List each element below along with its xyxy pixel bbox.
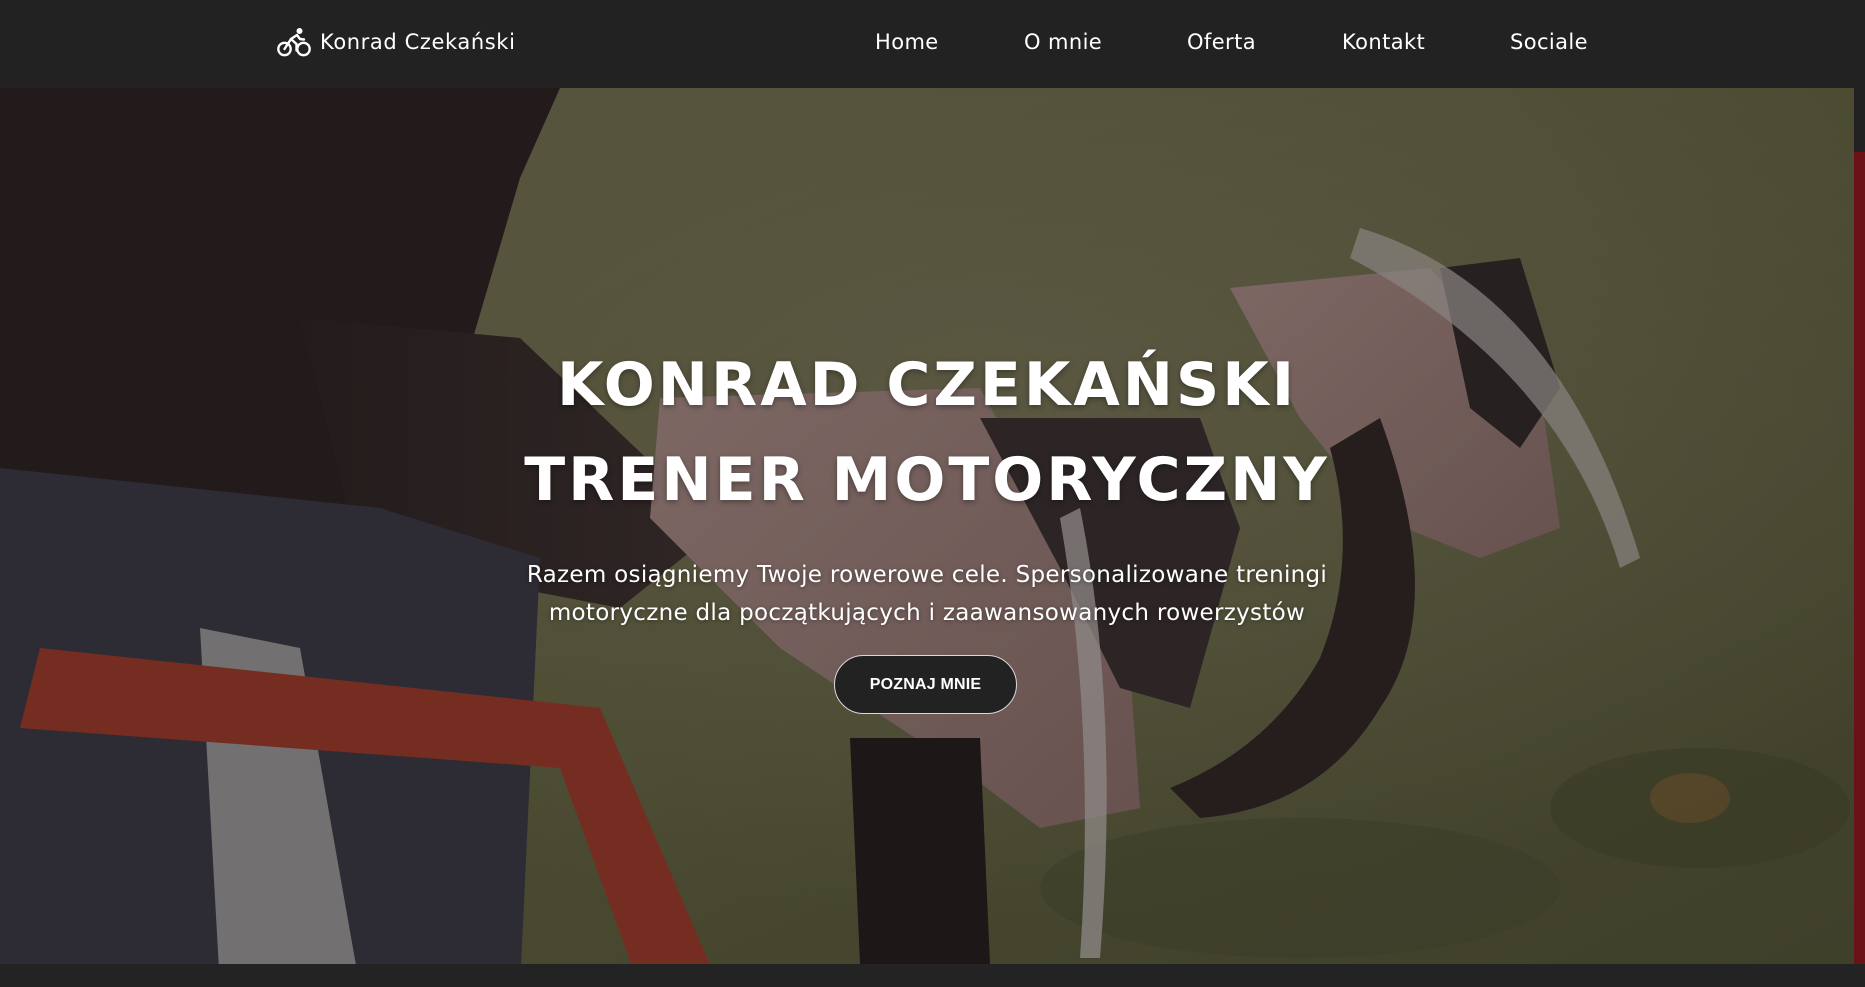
nav-link-home[interactable]: Home (875, 27, 939, 57)
right-edge-accent (1854, 152, 1865, 964)
hero-title-line2: TRENER MOTORYCZNY (524, 445, 1330, 515)
top-navbar: Konrad Czekański Home O mnie Oferta Kont… (0, 0, 1865, 88)
nav-link-o-mnie[interactable]: O mnie (1024, 27, 1102, 57)
nav-link-oferta[interactable]: Oferta (1187, 27, 1256, 57)
hero-subtitle: Razem osiągniemy Twoje rowerowe cele. Sp… (526, 562, 1328, 626)
nav-link-sociale[interactable]: Sociale (1510, 27, 1588, 57)
nav-menu: Home O mnie Oferta Kontakt Sociale (0, 27, 1865, 57)
poznaj-mnie-button[interactable]: POZNAJ MNIE (834, 655, 1017, 714)
hero-content: KONRAD CZEKAŃSKI TRENER MOTORYCZNY Razem… (0, 88, 1854, 964)
hero-title-line1: KONRAD CZEKAŃSKI (556, 350, 1298, 420)
nav-link-kontakt[interactable]: Kontakt (1342, 27, 1425, 57)
bottom-strip (0, 964, 1865, 987)
